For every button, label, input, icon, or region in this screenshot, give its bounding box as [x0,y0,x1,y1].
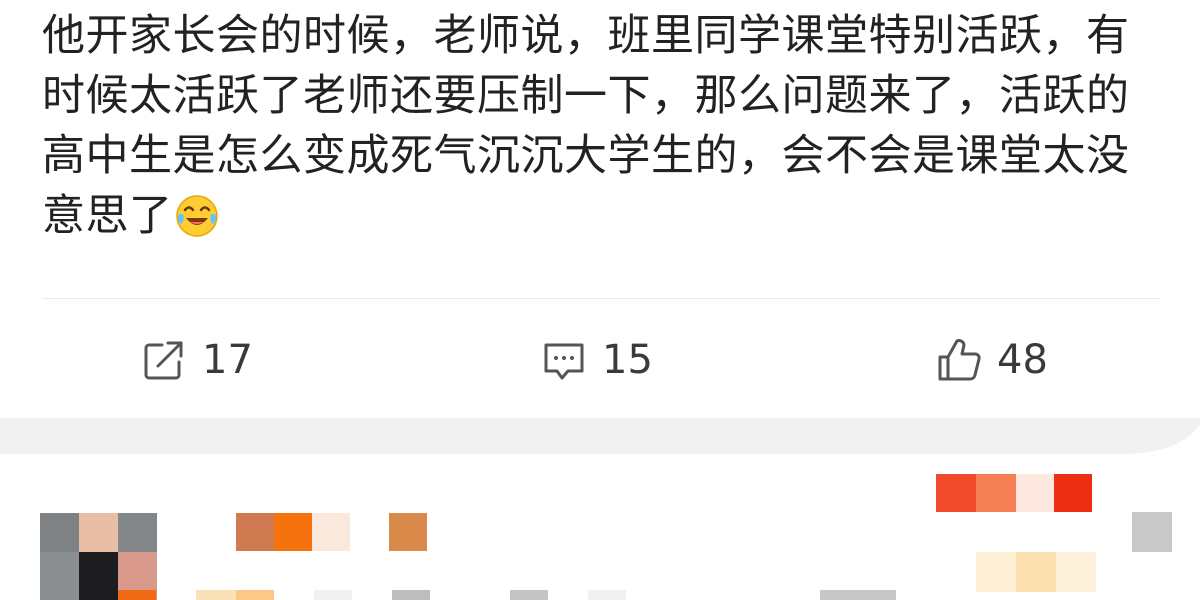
side-mosaic [1132,512,1172,552]
post-action-bar: 17 15 48 [0,330,1200,390]
badge-mosaic [936,474,1096,514]
repost-button[interactable]: 17 [140,330,253,390]
comment-button[interactable]: 15 [540,330,653,390]
like-count: 48 [997,337,1048,383]
corner-shadow [1120,424,1200,454]
thumbs-up-icon [938,339,981,381]
comment-icon [544,343,584,380]
post-divider [42,298,1160,299]
comment-preview-censored [0,454,1200,600]
avatar-mosaic [40,513,157,600]
like-button[interactable]: 48 [935,330,1048,390]
username-mosaic [236,513,436,553]
comment-count: 15 [602,337,653,383]
section-gap [0,418,1200,454]
repost-count: 17 [202,337,253,383]
post-body-text: 他开家长会的时候，老师说，班里同学课堂特别活跃，有时候太活跃了老师还要压制一下，… [42,6,1172,254]
laughing-tears-emoji-icon [175,194,219,254]
text-mosaic [196,590,896,600]
avatar-edge-mosaic [118,590,156,600]
weibo-post: 他开家长会的时候，老师说，班里同学课堂特别活跃，有时候太活跃了老师还要压制一下，… [0,0,1200,418]
bottom-mosaic [976,552,1096,600]
share-icon [144,341,183,380]
